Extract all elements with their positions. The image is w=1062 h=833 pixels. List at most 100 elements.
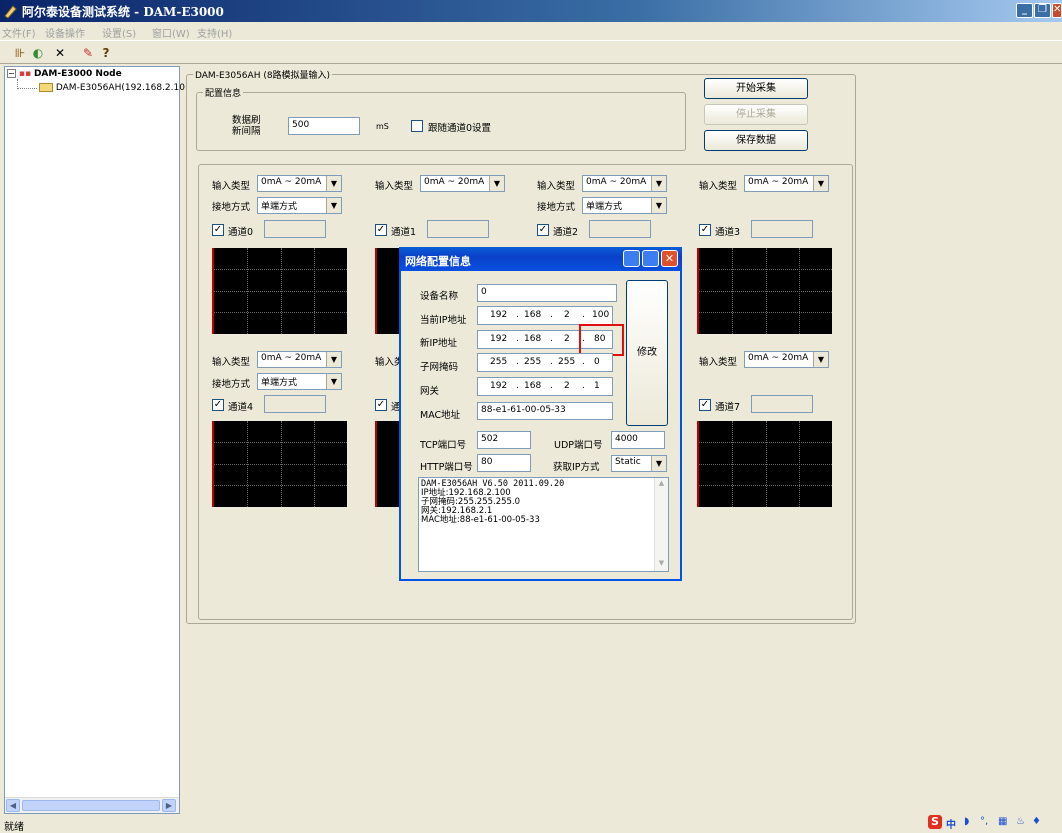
refresh-interval-input[interactable]: 500 [288, 117, 360, 135]
status-bar: 就绪 S 中 ◗ °, ▦ ♨ ♦ [0, 815, 1062, 833]
tree-device-node[interactable]: DAM-E3056AH(192.168.2.10 [39, 83, 185, 93]
modify-button[interactable]: 修改 [626, 280, 668, 426]
dialog-title-bar[interactable]: 网络配置信息 ✕ [399, 247, 682, 271]
ip-octet: 192 [490, 381, 508, 391]
ip-mode-select[interactable]: Static ▼ [611, 455, 667, 472]
log-scrollbar[interactable]: ▲ ▼ [654, 478, 668, 571]
ip-octet: 100 [592, 310, 610, 320]
ch2-value-field [589, 220, 651, 238]
dialog-close-icon[interactable]: ✕ [661, 250, 678, 267]
ch3-label: 通道3 [715, 227, 741, 238]
ch1-checkbox[interactable]: ✓ [375, 224, 387, 236]
ch2-input-type-select[interactable]: 0mA ~ 20mA ▼ [582, 175, 667, 192]
dialog-maximize-icon[interactable] [642, 250, 659, 267]
ch7-checkbox[interactable]: ✓ [699, 399, 711, 411]
ch3-input-type-value: 0mA ~ 20mA [748, 177, 809, 187]
chevron-down-icon[interactable]: ▼ [326, 374, 341, 389]
ime-punct-icon[interactable]: °, [980, 816, 988, 827]
delete-icon[interactable]: ✕ [52, 45, 68, 61]
ip-octet: 1 [594, 381, 600, 391]
connect-icon[interactable]: ⊪ [12, 45, 28, 61]
scroll-up-icon[interactable]: ▲ [656, 479, 667, 490]
device-name-input[interactable]: 0 [477, 284, 617, 302]
maximize-button[interactable]: ❐ [1034, 3, 1051, 18]
ch2-input-type-value: 0mA ~ 20mA [586, 177, 647, 187]
ch2-ground-value: 单端方式 [586, 202, 623, 212]
ch2-ground-select[interactable]: 单端方式 ▼ [582, 197, 667, 214]
ip-octet: 192 [490, 334, 508, 344]
ch4-ground-select[interactable]: 单端方式 ▼ [257, 373, 342, 390]
subnet-field[interactable]: 255. 255. 255. 0 [477, 353, 613, 372]
tree-device-label: DAM-E3056AH(192.168.2.10 [55, 83, 185, 93]
ch3-input-type-select[interactable]: 0mA ~ 20mA ▼ [744, 175, 829, 192]
stop-acquire-button[interactable]: 停止采集 [704, 104, 808, 125]
chevron-down-icon[interactable]: ▼ [813, 176, 828, 191]
highlight-box [579, 324, 624, 356]
http-port-label: HTTP端口号 [420, 462, 473, 473]
ch0-input-type-select[interactable]: 0mA ~ 20mA ▼ [257, 175, 342, 192]
ime-moon-icon[interactable]: ◗ [964, 816, 969, 827]
ch7-label: 通道7 [715, 402, 741, 413]
collapse-icon[interactable]: − [7, 69, 16, 78]
close-button[interactable]: ✕ [1052, 3, 1062, 18]
save-data-button[interactable]: 保存数据 [704, 130, 808, 151]
ch2-checkbox[interactable]: ✓ [537, 224, 549, 236]
menu-device[interactable]: 设备操作 [45, 25, 85, 40]
ch1-input-type-select[interactable]: 0mA ~ 20mA ▼ [420, 175, 505, 192]
scroll-right-icon[interactable]: ▶ [162, 799, 176, 812]
ch7-input-type-select[interactable]: 0mA ~ 20mA ▼ [744, 351, 829, 368]
tree-horizontal-scrollbar[interactable]: ◀ ▶ [5, 797, 179, 813]
menu-file[interactable]: 文件(F) [2, 25, 36, 40]
scroll-thumb[interactable] [22, 800, 160, 811]
ip-octet: 255 [490, 357, 508, 367]
ime-logo-icon[interactable]: S [928, 815, 942, 829]
chevron-down-icon[interactable]: ▼ [326, 198, 341, 213]
ch7-input-type-label: 输入类型 [699, 357, 738, 368]
chevron-down-icon[interactable]: ▼ [651, 176, 666, 191]
gateway-field[interactable]: 192. 168. 2. 1 [477, 377, 613, 396]
tree-root-node[interactable]: − ▪▪ DAM-E3000 Node [7, 69, 122, 79]
ch4-input-type-label: 输入类型 [212, 357, 251, 368]
edit-icon[interactable]: ✎ [80, 45, 96, 61]
title-bar: 阿尔泰设备测试系统 - DAM-E3000 _ ❐ ✕ [0, 0, 1062, 22]
chevron-down-icon[interactable]: ▼ [813, 352, 828, 367]
menu-support[interactable]: 支持(H) [197, 25, 232, 40]
menu-window[interactable]: 窗口(W) [152, 25, 190, 40]
ime-keyboard-icon[interactable]: ▦ [998, 816, 1007, 827]
device-info-log[interactable]: DAM-E3056AH V6.50 2011.09.20 IP地址:192.16… [418, 477, 669, 572]
ch5-checkbox[interactable]: ✓ [375, 399, 387, 411]
tcp-port-input[interactable]: 502 [477, 431, 531, 449]
ime-chinese-icon[interactable]: 中 [946, 816, 956, 831]
chevron-down-icon[interactable]: ▼ [326, 176, 341, 191]
scroll-left-icon[interactable]: ◀ [6, 799, 20, 812]
udp-port-input[interactable]: 4000 [611, 431, 665, 449]
follow-ch0-label: 跟随通道0设置 [428, 123, 492, 134]
minimize-button[interactable]: _ [1016, 3, 1033, 18]
chevron-down-icon[interactable]: ▼ [489, 176, 504, 191]
http-port-input[interactable]: 80 [477, 454, 531, 472]
ch1-input-type-label: 输入类型 [375, 181, 414, 192]
chevron-down-icon[interactable]: ▼ [651, 198, 666, 213]
chevron-down-icon[interactable]: ▼ [651, 456, 666, 471]
follow-ch0-checkbox[interactable] [411, 120, 423, 132]
ch0-ground-select[interactable]: 单端方式 ▼ [257, 197, 342, 214]
ch4-checkbox[interactable]: ✓ [212, 399, 224, 411]
ime-toolbar[interactable]: S 中 ◗ °, ▦ ♨ ♦ [928, 815, 1062, 832]
ime-tools-icon[interactable]: ♨ [1016, 816, 1025, 827]
menu-settings[interactable]: 设置(S) [102, 25, 136, 40]
start-acquire-button[interactable]: 开始采集 [704, 78, 808, 99]
scroll-down-icon[interactable]: ▼ [656, 559, 667, 570]
ch4-input-type-select[interactable]: 0mA ~ 20mA ▼ [257, 351, 342, 368]
dialog-minimize-icon[interactable] [623, 250, 640, 267]
ch3-checkbox[interactable]: ✓ [699, 224, 711, 236]
chevron-down-icon[interactable]: ▼ [326, 352, 341, 367]
current-ip-field[interactable]: 192. 168. 2. 100 [477, 306, 613, 325]
ime-skin-icon[interactable]: ♦ [1032, 816, 1041, 827]
folder-icon [39, 83, 53, 92]
ch0-input-type-value: 0mA ~ 20mA [261, 177, 322, 187]
search-device-icon[interactable]: ◐ [30, 45, 46, 61]
ch0-checkbox[interactable]: ✓ [212, 224, 224, 236]
help-icon[interactable]: ? [98, 45, 114, 61]
ch0-input-type-label: 输入类型 [212, 181, 251, 192]
mac-input[interactable]: 88-e1-61-00-05-33 [477, 402, 613, 420]
